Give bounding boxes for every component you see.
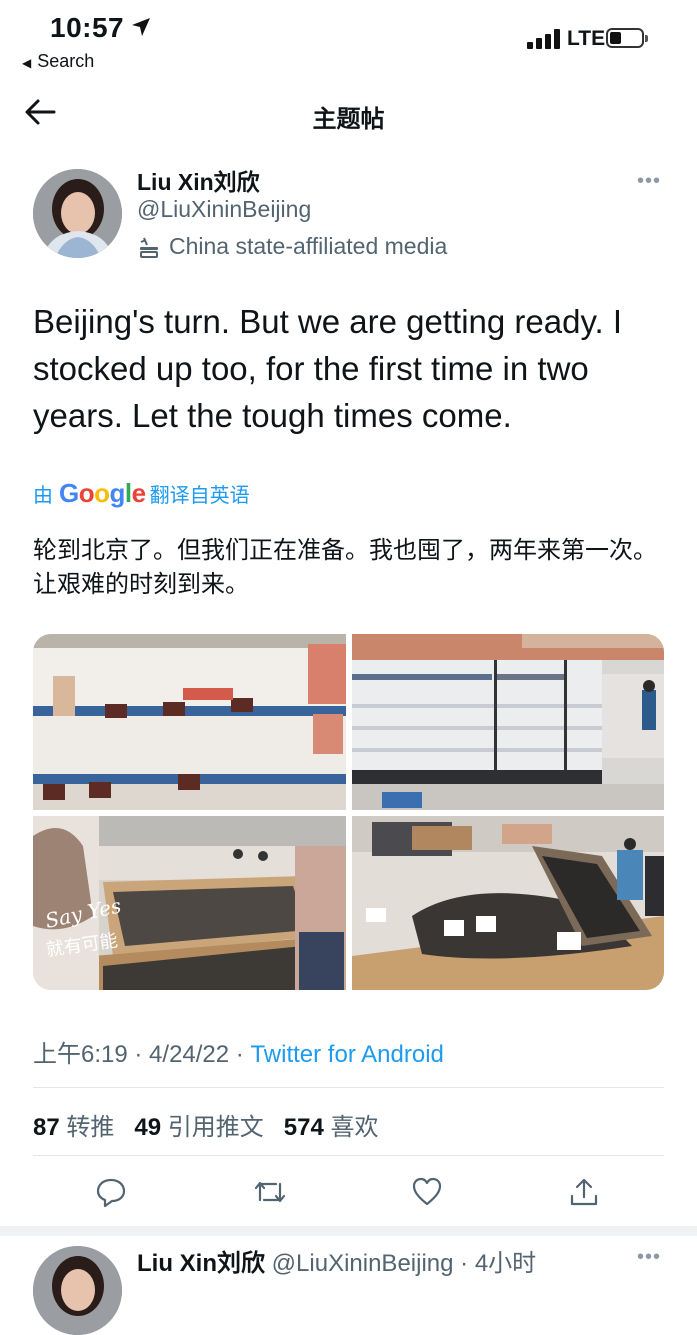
author-handle[interactable]: @LiuXininBeijing — [137, 196, 311, 223]
more-icon[interactable]: ••• — [637, 1246, 661, 1269]
reply-author-handle: @LiuXininBeijing — [271, 1250, 454, 1277]
photo-3[interactable]: Say Yes 就有可能 — [33, 816, 346, 990]
more-icon[interactable]: ••• — [637, 170, 661, 193]
author-name[interactable]: Liu Xin刘欣 — [137, 163, 260, 197]
page-title: 主题帖 — [312, 106, 385, 133]
tweet-meta: 上午6:19 · 4/24/22 · Twitter for Android — [33, 1041, 444, 1068]
like-icon[interactable] — [411, 1176, 443, 1213]
section-separator — [0, 1226, 697, 1236]
tweet-date: 4/24/22 — [149, 1041, 230, 1068]
back-to-search-link[interactable]: ◀ Search — [22, 51, 94, 72]
top-nav: 主题帖 — [0, 86, 697, 142]
battery-icon — [606, 28, 648, 48]
network-type: LTE — [567, 27, 606, 50]
location-arrow-icon — [130, 16, 152, 43]
state-media-label[interactable]: China state-affiliated media — [137, 233, 447, 260]
reply-icon[interactable] — [95, 1176, 127, 1213]
photo-1[interactable] — [33, 634, 346, 810]
translate-attribution[interactable]: 由 Google 翻译自英语 — [33, 478, 250, 509]
retweet-stat[interactable]: 87 转推 — [33, 1114, 114, 1141]
reply-time: 4小时 — [474, 1250, 537, 1277]
photo-4[interactable] — [352, 816, 664, 990]
tweet-time: 上午6:19 — [33, 1041, 128, 1068]
photo-grid: Say Yes 就有可能 — [33, 634, 664, 990]
translated-text: 轮到北京了。但我们正在准备。我也囤了，两年来第一次。让艰难的时刻到来。 — [33, 537, 657, 598]
photo-2[interactable] — [352, 634, 664, 810]
reply-author-name: Liu Xin刘欣 — [137, 1250, 265, 1277]
tweet-text: Beijing's turn. But we are getting ready… — [33, 303, 623, 434]
affiliation-text: China state-affiliated media — [169, 233, 448, 259]
share-icon[interactable] — [568, 1176, 600, 1213]
divider — [33, 1155, 664, 1156]
state-media-icon — [140, 237, 158, 258]
retweet-icon[interactable] — [252, 1176, 288, 1213]
google-logo: Google — [59, 478, 146, 508]
reply-author-avatar[interactable] — [33, 1246, 122, 1335]
reply-header[interactable]: Liu Xin刘欣 @LiuXininBeijing · 4小时 — [137, 1243, 536, 1278]
back-to-search-label: Search — [37, 51, 95, 71]
divider — [33, 1087, 664, 1088]
signal-icon — [527, 29, 561, 54]
translate-suffix: 翻译自英语 — [149, 485, 250, 507]
clock: 10:57 — [50, 12, 125, 43]
quote-stat[interactable]: 49 引用推文 — [134, 1114, 263, 1141]
like-stat[interactable]: 574 喜欢 — [284, 1114, 379, 1141]
translate-prefix: 由 — [33, 485, 53, 507]
tweet-stats: 87 转推 49 引用推文 574 喜欢 — [33, 1107, 379, 1142]
author-avatar[interactable] — [33, 169, 122, 258]
status-bar: 10:57 ◀ Search LTE — [0, 0, 697, 80]
tweet-source-link[interactable]: Twitter for Android — [250, 1041, 443, 1068]
action-bar — [0, 1170, 697, 1220]
